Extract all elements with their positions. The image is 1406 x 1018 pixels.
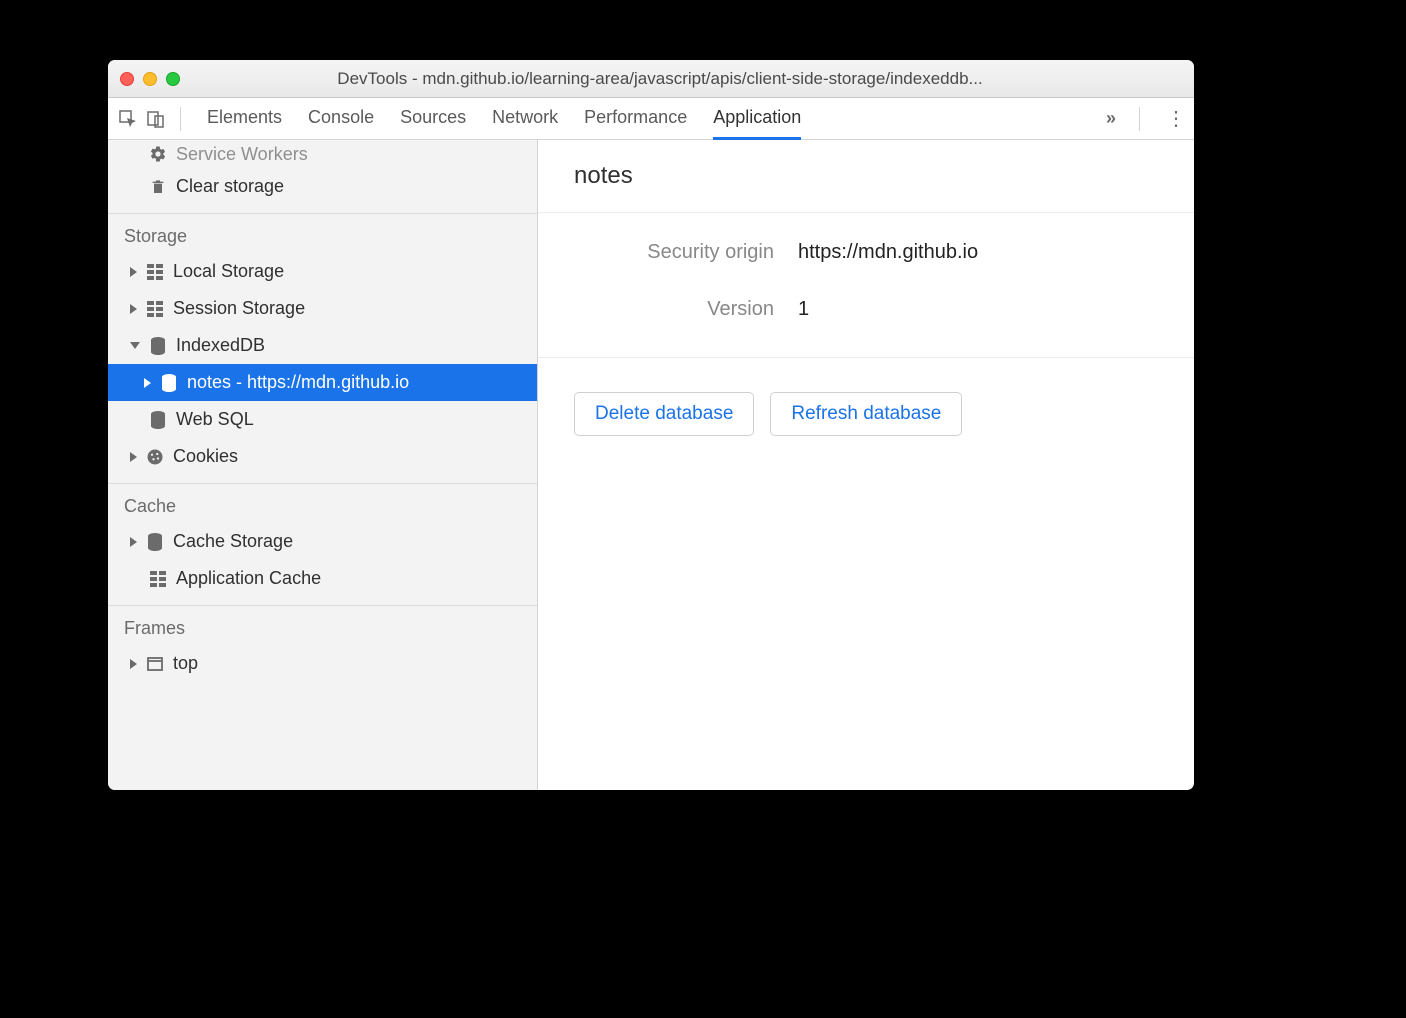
sidebar-item-label: notes - https://mdn.github.io <box>187 372 409 393</box>
chevron-right-icon <box>130 267 137 277</box>
menu-icon[interactable]: ⋮ <box>1166 109 1186 129</box>
toolbar-right: » ⋮ <box>1106 107 1186 131</box>
titlebar: DevTools - mdn.github.io/learning-area/j… <box>108 60 1194 98</box>
detail-key: Security origin <box>574 241 774 264</box>
content-pane: notes Security origin https://mdn.github… <box>538 140 1194 790</box>
detail-row: Security origin https://mdn.github.io <box>574 241 1158 264</box>
sidebar-item-clear-storage[interactable]: Clear storage <box>108 168 537 205</box>
chevron-right-icon <box>144 378 151 388</box>
database-icon <box>148 410 168 430</box>
cookie-icon <box>145 447 165 467</box>
sidebar-item-label: IndexedDB <box>176 335 265 356</box>
sidebar-item-websql[interactable]: Web SQL <box>108 401 537 438</box>
tab-network[interactable]: Network <box>492 99 558 140</box>
gear-icon <box>148 144 168 164</box>
sidebar-item-label: Application Cache <box>176 568 321 589</box>
sidebar-item-label: Cookies <box>173 446 238 467</box>
devtools-window: DevTools - mdn.github.io/learning-area/j… <box>108 60 1194 790</box>
sidebar-item-application-cache[interactable]: Application Cache <box>108 560 537 597</box>
database-icon <box>145 532 165 552</box>
grid-icon <box>145 262 165 282</box>
devtools-toolbar: Elements Console Sources Network Perform… <box>108 98 1194 140</box>
minimize-icon[interactable] <box>143 72 157 86</box>
sidebar-item-cookies[interactable]: Cookies <box>108 438 537 475</box>
detail-value-security-origin: https://mdn.github.io <box>798 241 978 264</box>
inspect-element-icon[interactable] <box>116 107 140 131</box>
sidebar-item-indexeddb-notes[interactable]: notes - https://mdn.github.io <box>108 364 537 401</box>
detail-row: Version 1 <box>574 298 1158 321</box>
chevron-right-icon <box>130 304 137 314</box>
chevron-right-icon <box>130 659 137 669</box>
sidebar-item-frame-top[interactable]: top <box>108 645 537 682</box>
sidebar-item-indexeddb[interactable]: IndexedDB <box>108 327 537 364</box>
detail-key: Version <box>574 298 774 321</box>
detail-value-version: 1 <box>798 298 809 321</box>
sidebar-item-label: Session Storage <box>173 298 305 319</box>
tab-application[interactable]: Application <box>713 99 801 140</box>
devtools-tabs: Elements Console Sources Network Perform… <box>207 98 801 139</box>
application-sidebar: Service Workers Clear storage Storage Lo… <box>108 140 538 790</box>
grid-icon <box>148 569 168 589</box>
refresh-database-button[interactable]: Refresh database <box>770 392 962 436</box>
more-tabs-icon[interactable]: » <box>1106 108 1113 129</box>
database-actions: Delete database Refresh database <box>538 358 1194 470</box>
tab-console[interactable]: Console <box>308 99 374 140</box>
divider <box>1139 107 1140 131</box>
sidebar-section-frames: Frames <box>108 606 537 645</box>
chevron-right-icon <box>130 537 137 547</box>
chevron-down-icon <box>130 342 140 349</box>
device-toolbar-icon[interactable] <box>144 107 168 131</box>
divider <box>180 107 181 131</box>
frame-icon <box>145 654 165 674</box>
sidebar-section-storage: Storage <box>108 214 537 253</box>
window-controls <box>120 72 180 86</box>
chevron-right-icon <box>130 452 137 462</box>
sidebar-item-session-storage[interactable]: Session Storage <box>108 290 537 327</box>
sidebar-item-label: Local Storage <box>173 261 284 282</box>
close-icon[interactable] <box>120 72 134 86</box>
maximize-icon[interactable] <box>166 72 180 86</box>
sidebar-item-label: Service Workers <box>176 144 308 165</box>
trash-icon <box>148 177 168 197</box>
tab-performance[interactable]: Performance <box>584 99 687 140</box>
delete-database-button[interactable]: Delete database <box>574 392 754 436</box>
database-icon <box>159 373 179 393</box>
sidebar-item-label: top <box>173 653 198 674</box>
database-details: Security origin https://mdn.github.io Ve… <box>538 213 1194 358</box>
grid-icon <box>145 299 165 319</box>
database-icon <box>148 336 168 356</box>
sidebar-item-service-workers[interactable]: Service Workers <box>108 140 537 168</box>
tab-elements[interactable]: Elements <box>207 99 282 140</box>
sidebar-item-label: Web SQL <box>176 409 254 430</box>
panel-body: Service Workers Clear storage Storage Lo… <box>108 140 1194 790</box>
tab-sources[interactable]: Sources <box>400 99 466 140</box>
sidebar-item-label: Cache Storage <box>173 531 293 552</box>
sidebar-item-local-storage[interactable]: Local Storage <box>108 253 537 290</box>
sidebar-item-label: Clear storage <box>176 176 284 197</box>
sidebar-item-cache-storage[interactable]: Cache Storage <box>108 523 537 560</box>
window-title: DevTools - mdn.github.io/learning-area/j… <box>198 69 1182 89</box>
sidebar-section-cache: Cache <box>108 484 537 523</box>
page-title: notes <box>538 140 1194 213</box>
